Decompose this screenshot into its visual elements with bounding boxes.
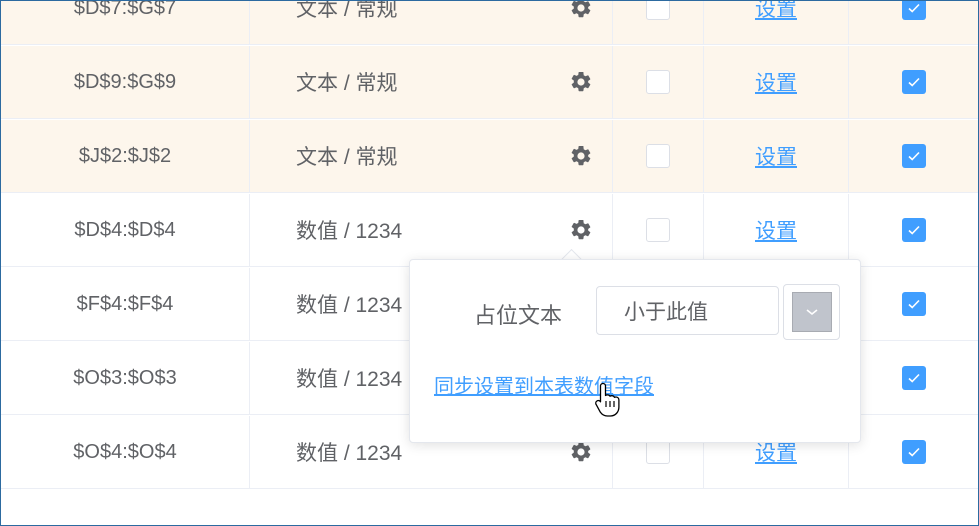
row-checkbox-checked[interactable] <box>901 292 926 316</box>
settings-link[interactable]: 设置 <box>755 141 797 171</box>
checked-cell <box>849 342 978 414</box>
type-cell: 文本 / 常规 <box>250 120 613 192</box>
table-row: $D$4:$D$4 数值 / 1234 设置 <box>1 194 978 267</box>
checked-cell <box>849 1 978 44</box>
range-cell: $F$4:$F$4 <box>1 268 250 340</box>
range-cell: $D$4:$D$4 <box>1 194 250 266</box>
settings-link[interactable]: 设置 <box>755 1 797 23</box>
row-checkbox[interactable] <box>646 1 670 20</box>
checked-cell <box>849 194 978 266</box>
checked-cell <box>849 268 978 340</box>
row-checkbox-checked[interactable] <box>901 440 926 464</box>
settings-link[interactable]: 设置 <box>755 215 797 245</box>
row-checkbox-checked[interactable] <box>901 366 926 390</box>
check-icon <box>907 3 920 13</box>
check-icon <box>907 77 920 87</box>
link-cell: 设置 <box>704 194 849 266</box>
gear-icon[interactable] <box>569 70 593 94</box>
checked-cell <box>849 46 978 118</box>
range-cell: $J$2:$J$2 <box>1 120 250 192</box>
range-cell: $D$9:$G$9 <box>1 46 250 118</box>
link-cell: 设置 <box>704 1 849 44</box>
type-cell: 数值 / 1234 <box>250 194 613 266</box>
gear-icon[interactable] <box>569 218 593 242</box>
row-checkbox-checked[interactable] <box>901 218 926 242</box>
table-row: $D$7:$G$7 文本 / 常规 设置 <box>1 0 978 45</box>
dropdown-toggle[interactable] <box>791 292 832 332</box>
check-icon <box>907 225 920 235</box>
table-frame: $D$7:$G$7 文本 / 常规 设置 $D$9:$G$9 文本 / 常规 设… <box>0 0 979 526</box>
check-icon <box>907 373 920 383</box>
chevron-down-icon <box>806 309 817 316</box>
gear-icon[interactable] <box>569 440 593 464</box>
gear-icon[interactable] <box>569 0 593 20</box>
placeholder-input-value: 小于此值 <box>624 300 708 324</box>
checkbox-cell <box>613 46 704 118</box>
checked-cell <box>849 120 978 192</box>
hand-pointer-icon <box>595 382 620 417</box>
checkbox-cell <box>613 194 704 266</box>
checked-cell <box>849 416 978 488</box>
link-cell: 设置 <box>704 120 849 192</box>
row-checkbox[interactable] <box>646 218 670 242</box>
row-checkbox[interactable] <box>646 440 670 464</box>
gear-icon[interactable] <box>569 144 593 168</box>
table-row: $D$9:$G$9 文本 / 常规 设置 <box>1 46 978 119</box>
check-icon <box>907 299 920 309</box>
table-row: $J$2:$J$2 文本 / 常规 设置 <box>1 120 978 193</box>
placeholder-dropdown[interactable] <box>783 284 840 340</box>
checkbox-cell <box>613 120 704 192</box>
placeholder-input[interactable]: 小于此值 <box>596 286 779 335</box>
range-cell: $O$4:$O$4 <box>1 416 250 488</box>
check-icon <box>907 151 920 161</box>
row-checkbox-checked[interactable] <box>901 1 926 20</box>
placeholder-label: 占位文本 <box>474 303 563 328</box>
checkbox-cell <box>613 1 704 44</box>
type-cell: 文本 / 常规 <box>250 46 613 118</box>
range-cell: $D$7:$G$7 <box>1 1 250 44</box>
range-cell: $O$3:$O$3 <box>1 342 250 414</box>
placeholder-popover: 占位文本 小于此值 同步设置到本表数值字段 <box>409 259 861 443</box>
settings-link[interactable]: 设置 <box>755 67 797 97</box>
check-icon <box>907 447 920 457</box>
row-checkbox[interactable] <box>646 70 670 94</box>
type-cell: 文本 / 常规 <box>250 1 613 44</box>
row-checkbox[interactable] <box>646 144 670 168</box>
row-checkbox-checked[interactable] <box>901 70 926 94</box>
row-checkbox-checked[interactable] <box>901 144 926 168</box>
link-cell: 设置 <box>704 46 849 118</box>
